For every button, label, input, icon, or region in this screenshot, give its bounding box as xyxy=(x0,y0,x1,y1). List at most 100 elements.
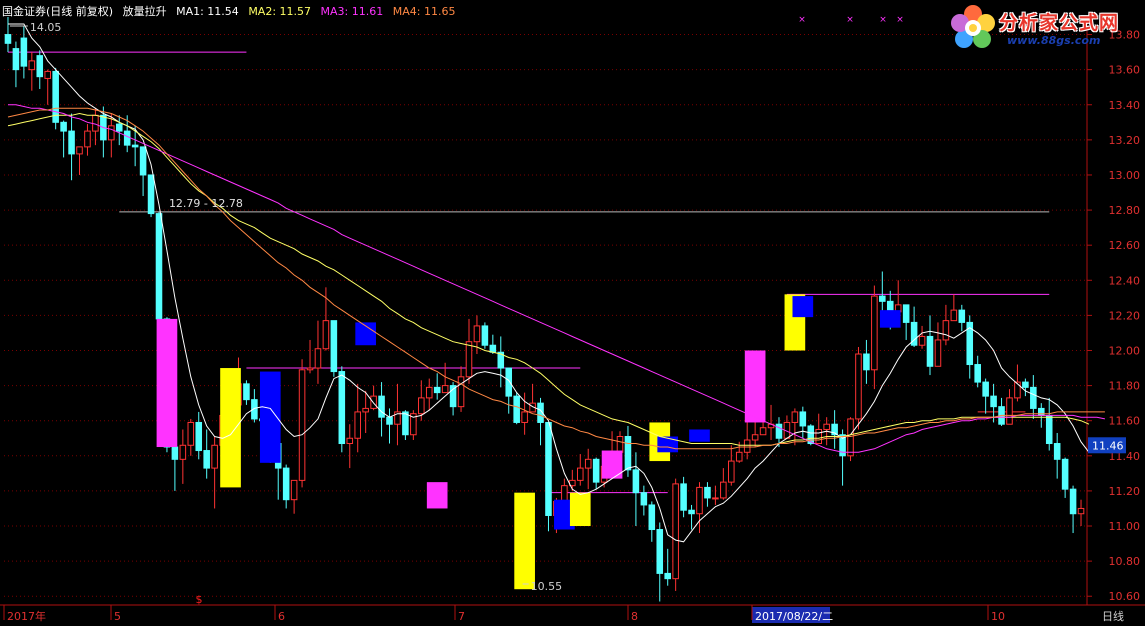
candle-body xyxy=(465,341,473,378)
candle-body xyxy=(60,121,67,132)
site-logo[interactable]: 分析家公式网 www.88gs.com xyxy=(947,2,1137,54)
y-tick-label: 11.00 xyxy=(1109,520,1141,533)
signal-bar xyxy=(156,318,178,448)
y-tick-label: 13.60 xyxy=(1109,64,1141,77)
candle-body xyxy=(282,467,290,501)
x-tick-label: 2017年 xyxy=(7,609,46,623)
chart-background xyxy=(0,0,1145,626)
candle-body xyxy=(187,421,195,446)
period-label: 日线 xyxy=(1102,609,1124,623)
ma3-value: MA3: 11.61 xyxy=(320,5,384,18)
candle-body xyxy=(688,509,695,515)
candle-body xyxy=(84,130,91,148)
candle-body xyxy=(1077,507,1085,515)
candle-body xyxy=(990,395,997,408)
flower-logo-icon xyxy=(951,5,995,48)
candle-body xyxy=(386,416,393,425)
ma2-value: MA2: 11.57 xyxy=(248,5,312,18)
candle-body xyxy=(855,353,862,420)
candle-body xyxy=(489,344,497,353)
candle-body xyxy=(52,70,59,123)
low-price-label: 10.55 xyxy=(531,580,563,593)
signal-bar xyxy=(689,429,710,442)
candle-body xyxy=(759,427,767,436)
candle-body xyxy=(108,125,115,141)
candle-body xyxy=(211,444,218,469)
candle-body xyxy=(576,467,584,481)
y-tick-label: 10.80 xyxy=(1109,555,1141,568)
candle-body xyxy=(330,320,338,373)
x-tick-label: 7 xyxy=(458,610,465,623)
candle-body xyxy=(362,407,369,413)
candle-body xyxy=(696,486,703,515)
candle-body xyxy=(902,304,910,323)
signal-marker: × xyxy=(879,15,887,25)
candle-body xyxy=(672,483,679,580)
candle-body xyxy=(346,437,354,445)
candle-body xyxy=(20,37,28,67)
candle-body xyxy=(735,451,743,462)
candle-body xyxy=(863,353,870,371)
y-tick-label: 11.80 xyxy=(1109,380,1141,393)
candle-body xyxy=(203,450,210,469)
y-tick-label: 10.60 xyxy=(1109,590,1141,603)
chart-header: 国金证券(日线 前复权) 放量拉升 MA1: 11.54 MA2: 11.57 … xyxy=(2,3,461,19)
candle-body xyxy=(1069,488,1077,515)
candle-body xyxy=(799,411,807,427)
candle-body xyxy=(561,485,568,502)
candle-body xyxy=(521,411,528,423)
candle-body xyxy=(370,395,377,409)
candle-body xyxy=(457,376,465,408)
candle-body xyxy=(481,325,489,346)
candle-body xyxy=(171,446,179,460)
candle-body xyxy=(1006,397,1013,425)
candle-body xyxy=(433,386,441,394)
candle-body xyxy=(720,481,727,499)
candle-body xyxy=(12,48,20,71)
candle-body xyxy=(616,435,624,453)
x-tick-label: 5 xyxy=(114,610,121,623)
candlestick-chart[interactable]: 13.8013.6013.4013.2013.0012.8012.6012.40… xyxy=(0,0,1145,626)
x-tick-label: 2017/08/22/二 xyxy=(755,610,833,623)
candle-body xyxy=(441,385,449,394)
y-tick-label: 12.20 xyxy=(1109,309,1141,322)
candle-body xyxy=(728,460,735,483)
candle-body xyxy=(36,55,44,78)
x-tick-label: 10 xyxy=(991,610,1005,623)
signal-marker: × xyxy=(846,15,854,25)
y-tick-label: 11.60 xyxy=(1109,415,1141,428)
candle-body xyxy=(823,423,830,430)
candle-body xyxy=(306,367,314,371)
y-tick-label: 13.20 xyxy=(1109,134,1141,147)
candle-body xyxy=(513,395,520,423)
candle-body xyxy=(1061,458,1069,490)
y-tick-label: 13.00 xyxy=(1109,169,1141,182)
candle-body xyxy=(115,123,123,132)
signal-marker: × xyxy=(798,15,806,25)
level-label: 12.79 - 12.78 xyxy=(169,197,243,210)
candle-body xyxy=(974,364,981,383)
candle-body xyxy=(44,70,51,79)
candle-body xyxy=(815,428,823,445)
y-tick-label: 12.80 xyxy=(1109,204,1141,217)
candle-body xyxy=(123,130,131,146)
candle-body xyxy=(378,395,385,418)
y-tick-label: 13.40 xyxy=(1109,99,1141,112)
candle-body xyxy=(179,444,187,460)
candle-body xyxy=(243,383,250,401)
candle-body xyxy=(648,504,656,531)
y-tick-label: 12.00 xyxy=(1109,344,1141,357)
candle-body xyxy=(958,309,966,323)
logo-text: 分析家公式网 xyxy=(999,12,1120,34)
candle-body xyxy=(879,295,886,302)
candle-body xyxy=(942,320,950,341)
candle-body xyxy=(139,146,147,176)
logo-url: www.88gs.com xyxy=(1007,34,1101,47)
candle-body xyxy=(712,497,719,500)
candle-body xyxy=(918,335,926,346)
candle-body xyxy=(338,371,346,445)
candle-body xyxy=(131,144,139,148)
signal-bar xyxy=(426,482,448,509)
signal-bar xyxy=(569,492,591,527)
candle-body xyxy=(425,386,433,399)
